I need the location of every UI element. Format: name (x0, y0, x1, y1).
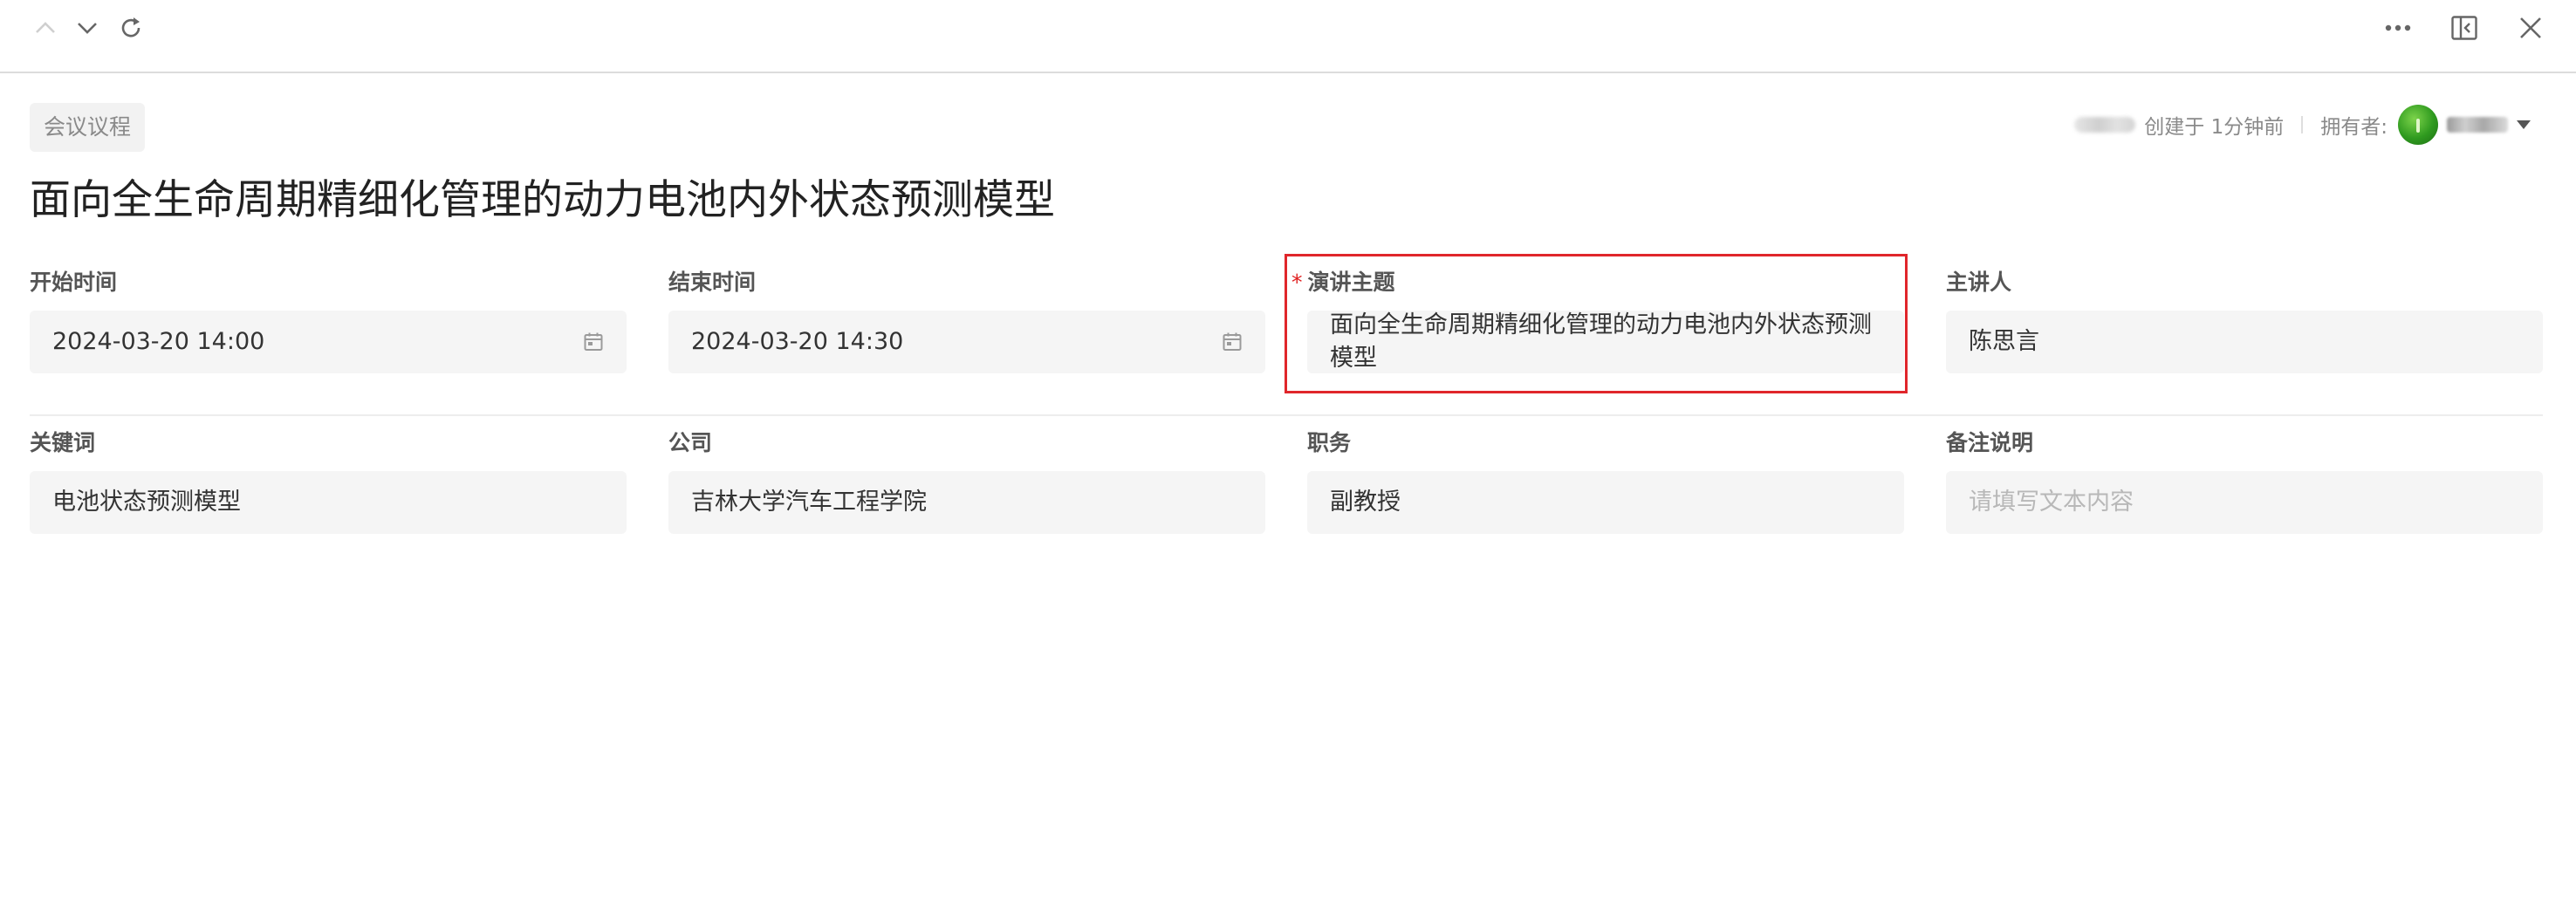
owner-label: 拥有者: (2320, 116, 2388, 139)
speaker-value: 陈思言 (1969, 328, 2039, 355)
top-toolbar (0, 0, 2576, 73)
company-value: 吉林大学汽车工程学院 (691, 489, 927, 516)
collapse-panel-icon[interactable] (2443, 7, 2485, 49)
owner-dropdown-caret-icon[interactable] (2517, 120, 2531, 129)
owner-avatar[interactable] (2398, 105, 2438, 145)
company-input[interactable]: 吉林大学汽车工程学院 (668, 471, 1265, 534)
keywords-field: 关键词 电池状态预测模型 (30, 427, 627, 534)
keywords-label: 关键词 (30, 430, 96, 455)
topic-label: * 演讲主题 (1291, 267, 1904, 298)
company-field: 公司 吉林大学汽车工程学院 (668, 427, 1265, 534)
more-dots-icon[interactable] (2377, 7, 2419, 49)
notes-field: 备注说明 请填写文本内容 (1946, 427, 2543, 534)
calendar-icon[interactable] (1222, 331, 1243, 352)
start-time-label: 开始时间 (30, 270, 118, 295)
end-time-input[interactable]: 2024-03-20 14:30 (668, 311, 1265, 373)
topic-label-text: 演讲主题 (1307, 270, 1395, 295)
speaker-label: 主讲人 (1946, 270, 2012, 295)
position-value: 副教授 (1330, 489, 1401, 516)
page-title: 面向全生命周期精细化管理的动力电池内外状态预测模型 (30, 176, 1055, 224)
notes-placeholder: 请填写文本内容 (1969, 489, 2134, 516)
keywords-input[interactable]: 电池状态预测模型 (30, 471, 627, 534)
topic-value: 面向全生命周期精细化管理的动力电池内外状态预测模型 (1330, 311, 1872, 372)
start-time-value: 2024-03-20 14:00 (52, 328, 265, 355)
position-field: 职务 副教授 (1307, 427, 1904, 534)
start-time-field: 开始时间 2024-03-20 14:00 (30, 267, 627, 373)
row-divider (30, 414, 2543, 416)
close-icon[interactable] (2510, 7, 2552, 49)
created-time-text: 创建于 1分钟前 (2144, 116, 2285, 139)
refresh-icon[interactable] (110, 7, 152, 49)
end-time-field: 结束时间 2024-03-20 14:30 (668, 267, 1265, 373)
speaker-input[interactable]: 陈思言 (1946, 311, 2543, 373)
position-input[interactable]: 副教授 (1307, 471, 1904, 534)
end-time-label: 结束时间 (668, 270, 757, 295)
notes-input[interactable]: 请填写文本内容 (1946, 471, 2543, 534)
calendar-icon[interactable] (583, 331, 604, 352)
record-type-tag: 会议议程 (30, 103, 146, 152)
company-label: 公司 (668, 430, 713, 455)
chevron-up-icon[interactable] (24, 7, 66, 49)
chevron-down-icon[interactable] (66, 7, 108, 49)
record-meta: 创建于 1分钟前 拥有者: (2074, 103, 2531, 147)
position-label: 职务 (1307, 430, 1352, 455)
creator-name-blurred (2074, 117, 2136, 133)
start-time-input[interactable]: 2024-03-20 14:00 (30, 311, 627, 373)
notes-label: 备注说明 (1946, 430, 2034, 455)
required-mark: * (1291, 270, 1303, 295)
speaker-field: 主讲人 陈思言 (1946, 267, 2543, 373)
topic-input[interactable]: 面向全生命周期精细化管理的动力电池内外状态预测模型 (1307, 311, 1904, 373)
keywords-value: 电池状态预测模型 (52, 489, 241, 516)
owner-name-blurred[interactable] (2447, 117, 2508, 133)
meta-divider (2301, 116, 2304, 133)
topic-field: * 演讲主题 面向全生命周期精细化管理的动力电池内外状态预测模型 (1291, 267, 1904, 373)
end-time-value: 2024-03-20 14:30 (691, 328, 904, 355)
